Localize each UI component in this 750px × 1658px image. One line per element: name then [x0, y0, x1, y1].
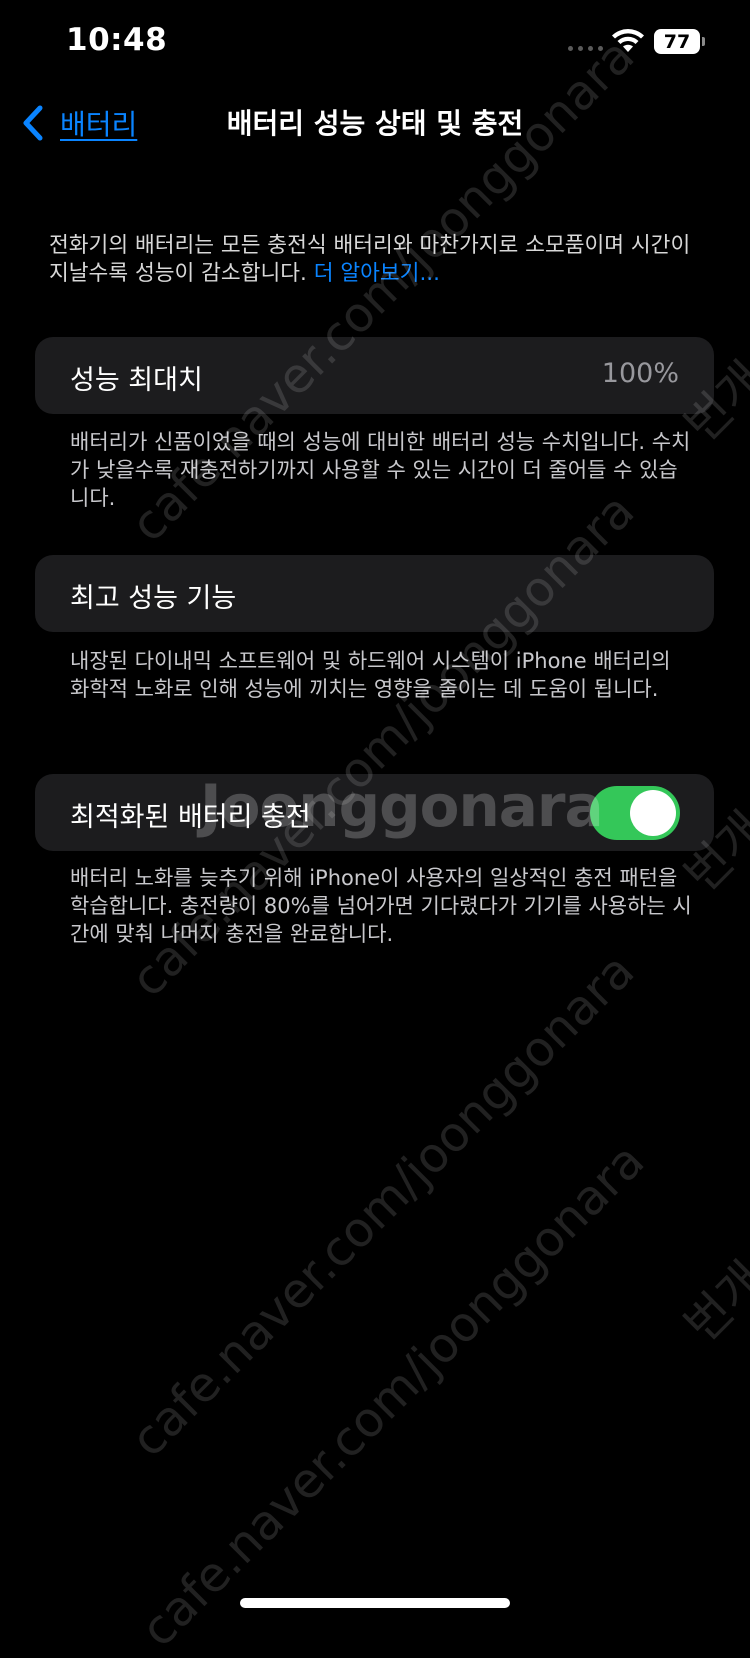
battery-tip — [702, 37, 705, 46]
status-time: 10:48 — [66, 22, 168, 58]
status-bar: 10:48 77 — [0, 0, 750, 90]
watermark-text: cafe.naver.com/joonggonara — [120, 942, 646, 1468]
maximum-capacity-label: 성능 최대치 — [70, 365, 203, 396]
navigation-bar: 배터리 배터리 성능 상태 및 충전 — [0, 92, 750, 152]
wifi-icon — [612, 29, 644, 52]
intro-text: 전화기의 배터리는 모든 충전식 배터리와 마찬가지로 소모품이며 시간이 지날… — [49, 232, 709, 288]
battery-icon: 77 — [654, 29, 700, 54]
optimized-charging-toggle[interactable] — [590, 786, 680, 840]
watermark-text: cafe.naver.com/joonggonara — [130, 1132, 656, 1658]
watermark-side-text: 번개 — [673, 1251, 750, 1354]
peak-performance-row: 최고 성능 기능 — [35, 555, 714, 632]
cellular-signal-icon — [568, 46, 603, 51]
toggle-knob — [630, 790, 676, 836]
peak-performance-footer: 내장된 다이내믹 소프트웨어 및 하드웨어 시스템이 iPhone 배터리의 화… — [70, 649, 671, 701]
page-title: 배터리 성능 상태 및 충전 — [226, 107, 524, 140]
maximum-capacity-footer: 배터리가 신품이었을 때의 성능에 대비한 배터리 성능 수치입니다. 수치가 … — [70, 430, 691, 510]
optimized-charging-footer: 배터리 노화를 늦추기 위해 iPhone이 사용자의 일상적인 충전 패턴을 … — [70, 866, 692, 946]
maximum-capacity-row: 성능 최대치 100% — [35, 337, 714, 414]
peak-performance-label: 최고 성능 기능 — [70, 583, 237, 614]
home-indicator[interactable] — [240, 1598, 510, 1608]
learn-more-link[interactable]: 더 알아보기... — [314, 261, 440, 286]
watermark-logo: Joonggonara — [200, 772, 604, 840]
maximum-capacity-value: 100% — [601, 358, 679, 389]
